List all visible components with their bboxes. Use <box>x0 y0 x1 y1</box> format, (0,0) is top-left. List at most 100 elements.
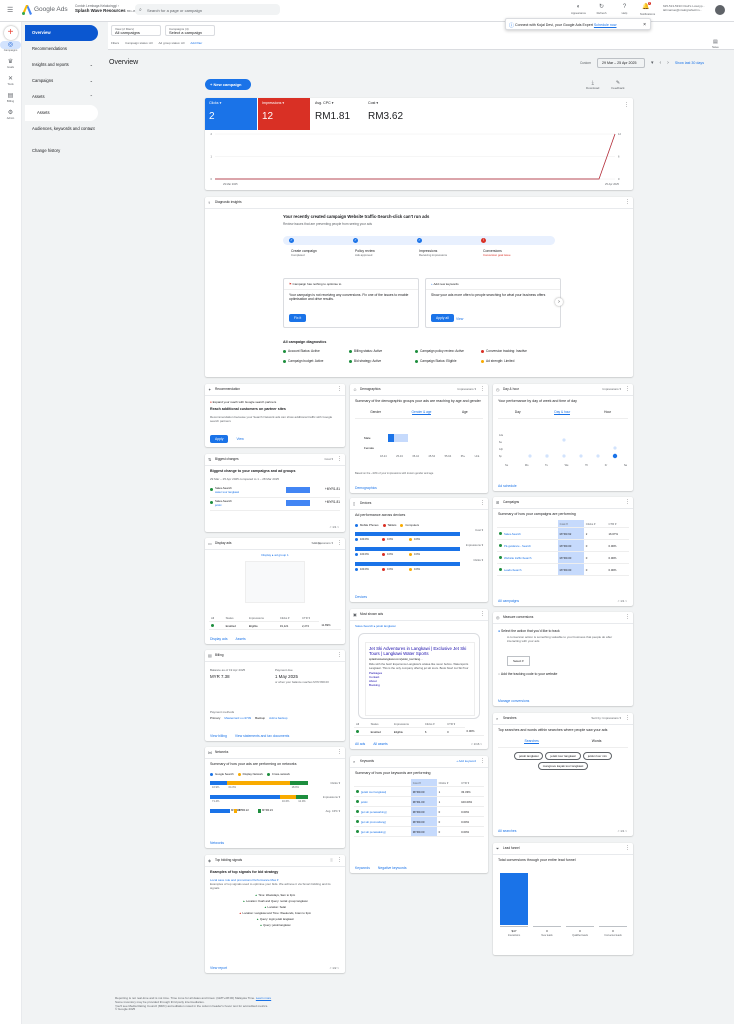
table-header[interactable]: Cost ▾ <box>557 520 584 528</box>
ad-title[interactable]: Jet Ski Adventures in Langkawi | Exclusi… <box>369 646 471 656</box>
fix-it-button[interactable]: Fix it <box>289 314 307 322</box>
tab-gender[interactable]: Gender <box>370 410 381 415</box>
tab-day-hour[interactable]: Day & hour <box>554 410 571 415</box>
more-icon[interactable]: ⋮ <box>625 499 630 505</box>
save-button[interactable]: ▤ Save <box>712 39 719 49</box>
prev-period-icon[interactable]: ‹ <box>660 60 662 66</box>
ad-path[interactable]: Sales-Search ▸ jetski langkawi <box>350 621 488 631</box>
create-button[interactable]: + <box>3 26 18 40</box>
networks-link[interactable]: Networks <box>210 841 224 845</box>
display-ad-label[interactable]: Display ▸ ad group 1 <box>205 553 345 557</box>
tab-searches[interactable]: Searches <box>524 739 539 744</box>
metric-tile[interactable]: Clicks ▾ 2 <box>205 98 257 130</box>
ad-schedule-link[interactable]: Ad schedule <box>498 484 517 488</box>
network-metric-select[interactable]: Clicks ▾ <box>330 781 340 785</box>
user-info[interactable]: 625-513-5333 Ozell's Lowcyp... lahmariuo@… <box>663 4 705 12</box>
tab-hour[interactable]: Hour <box>604 410 611 415</box>
appearance-button[interactable]: ◐ Appearance <box>570 3 587 16</box>
more-icon[interactable]: ⋮ <box>625 614 630 620</box>
demog-select[interactable]: Impressions ▾ <box>457 387 476 391</box>
table-header[interactable]: CTR ▾ <box>445 720 465 728</box>
search-term-chip[interactable]: jetski river mix <box>582 752 612 760</box>
more-icon[interactable]: ⋮ <box>337 857 342 863</box>
keyword-row[interactable]: [jet ski penawarking] MYR0.00 0 0.00% <box>354 806 484 817</box>
view-link[interactable]: View <box>236 437 243 441</box>
more-icon[interactable]: ⋮ <box>625 386 630 392</box>
filter-link[interactable]: Add filter <box>190 41 202 45</box>
mostshown-link[interactable]: All assets <box>373 742 388 746</box>
device-metric-select[interactable]: Cost ▾ <box>475 528 483 532</box>
date-range-picker[interactable]: 29 Mar – 25 Apr 2025 <box>596 58 645 68</box>
campaign-row[interactable]: Sales-Search MYR3.62 2 16.67% <box>497 527 629 540</box>
apply-all-button[interactable]: Apply all <box>431 314 454 322</box>
add-backup-link[interactable]: Add a backup <box>269 716 287 720</box>
tab-day[interactable]: Day <box>515 410 521 415</box>
close-icon[interactable]: × <box>643 22 646 28</box>
manage-conversions-link[interactable]: Manage conversions <box>498 699 529 703</box>
rail-item-admin[interactable]: ⚙ Admin <box>0 109 21 120</box>
table-header[interactable]: CTR ▾ <box>299 614 320 622</box>
primary-card[interactable]: Mastercard ••••3709 <box>224 716 251 720</box>
feedback-button[interactable]: ✎ Feedback <box>611 80 624 90</box>
metric-tile[interactable]: Cost ▾ RM3.62 <box>364 98 416 130</box>
keyword-row[interactable]: jetski MYR1.00 1 100.00% <box>354 796 484 807</box>
more-icon[interactable]: ⋮ <box>480 758 485 764</box>
search-term-chip[interactable]: mangrove kayak tour langkawi <box>537 762 589 770</box>
help-icon[interactable]: ⓘ <box>330 858 333 862</box>
nav-item-recommendations[interactable]: Recommendations <box>25 41 98 57</box>
filter-link[interactable]: Ad group status: All <box>159 41 185 45</box>
metric-tile[interactable]: Impressions ▾ 12 <box>258 98 310 130</box>
more-icon[interactable]: ⋮ <box>337 540 342 546</box>
avatar[interactable] <box>715 5 725 15</box>
nav-item-overview[interactable]: Overview <box>25 25 98 41</box>
schedule-link[interactable]: Schedule now <box>594 23 617 27</box>
nav-item-audiences-keywords-and-content[interactable]: Audiences, keywords and content ⌄ <box>25 121 98 143</box>
nav-item-insights-and-reports[interactable]: Insights and reports ⌄ <box>25 57 98 73</box>
more-icon[interactable]: ⋮ <box>480 386 485 392</box>
metric-tile[interactable]: Avg. CPC ▾ RM1.81 <box>311 98 363 130</box>
topsignals-pager[interactable]: < 1/2 > <box>330 966 339 970</box>
change-row[interactable]: Sales-Search water tour langkawi +MYR1.81 <box>210 485 340 498</box>
ad-sitelink[interactable]: Booking <box>369 683 471 687</box>
change-row[interactable]: Sales-Search jetski +MYR1.81 <box>210 498 340 511</box>
bell-button[interactable]: 🔔1 Notifications <box>639 2 656 16</box>
rail-item-campaigns[interactable]: ◎ Campaigns <box>0 41 21 52</box>
more-icon[interactable]: ⋮ <box>337 386 342 392</box>
displayads-link[interactable]: Display ads <box>210 637 228 641</box>
network-metric-select[interactable]: Impressions ▾ <box>323 795 340 799</box>
sort-select[interactable]: Impressions ▾ <box>314 541 333 545</box>
table-header[interactable]: Clicks ▾ <box>583 520 607 528</box>
displayads-link[interactable]: Assets <box>236 637 246 641</box>
more-icon[interactable]: ⋮ <box>480 611 485 617</box>
search-input[interactable]: ⌕ Search for a page or campaign <box>135 4 280 15</box>
device-metric-select[interactable]: Impressions ▾ <box>466 543 483 547</box>
tab-age[interactable]: Age <box>462 410 468 415</box>
campaign-filter[interactable]: Campaigns (4) Select a campaign <box>165 25 215 36</box>
view-report-link[interactable]: View report <box>210 966 227 970</box>
searches-pager[interactable]: < 1/1 > <box>618 829 627 833</box>
billing-link[interactable]: View billing <box>210 734 227 738</box>
mostshown-pager[interactable]: < 1/16 > <box>471 742 482 746</box>
next-period-icon[interactable]: › <box>667 60 669 66</box>
more-icon[interactable]: ⋮ <box>337 456 342 462</box>
bigchanges-pager[interactable]: < 1/1 > <box>330 525 339 529</box>
nav-item-assets[interactable]: Assets ⌃ <box>25 89 98 105</box>
campaign-row[interactable]: Pk-guidance - Search MYR0.00 0 0.00% <box>497 539 629 552</box>
keyword-row[interactable]: [jet ski promosilang] MYR0.00 0 0.00% <box>354 816 484 827</box>
refresh-button[interactable]: ↻ Refresh <box>593 3 610 16</box>
table-header[interactable]: Clicks ▾ <box>277 614 300 622</box>
demographics-link[interactable]: Demographics <box>355 486 377 490</box>
filter-link[interactable]: Campaign status: All <box>125 41 152 45</box>
nav-item-campaigns[interactable]: Campaigns ⌄ <box>25 73 98 89</box>
tab-words[interactable]: Words <box>592 739 602 744</box>
more-icon[interactable]: ⋮ <box>625 845 630 851</box>
keyword-row[interactable]: [jetski tour langkawi] MYR0.00 1 33.33% <box>354 786 484 797</box>
nav-item-change-history[interactable]: Change history <box>25 143 98 159</box>
table-header[interactable]: CTR ▾ <box>459 779 484 787</box>
campaign-row[interactable]: Leads-Search MYR0.00 0 0.00% <box>497 563 629 576</box>
bigchanges-select[interactable]: Cost ▾ <box>324 457 333 461</box>
device-metric-select[interactable]: Clicks ▾ <box>473 558 483 562</box>
conv-select[interactable]: Select ▾ <box>507 656 530 666</box>
keyword-row[interactable]: [jet ski penawaking] MYR0.00 0 0.00% <box>354 826 484 837</box>
network-metric-select[interactable]: Avg. CPC ▾ <box>326 809 340 813</box>
